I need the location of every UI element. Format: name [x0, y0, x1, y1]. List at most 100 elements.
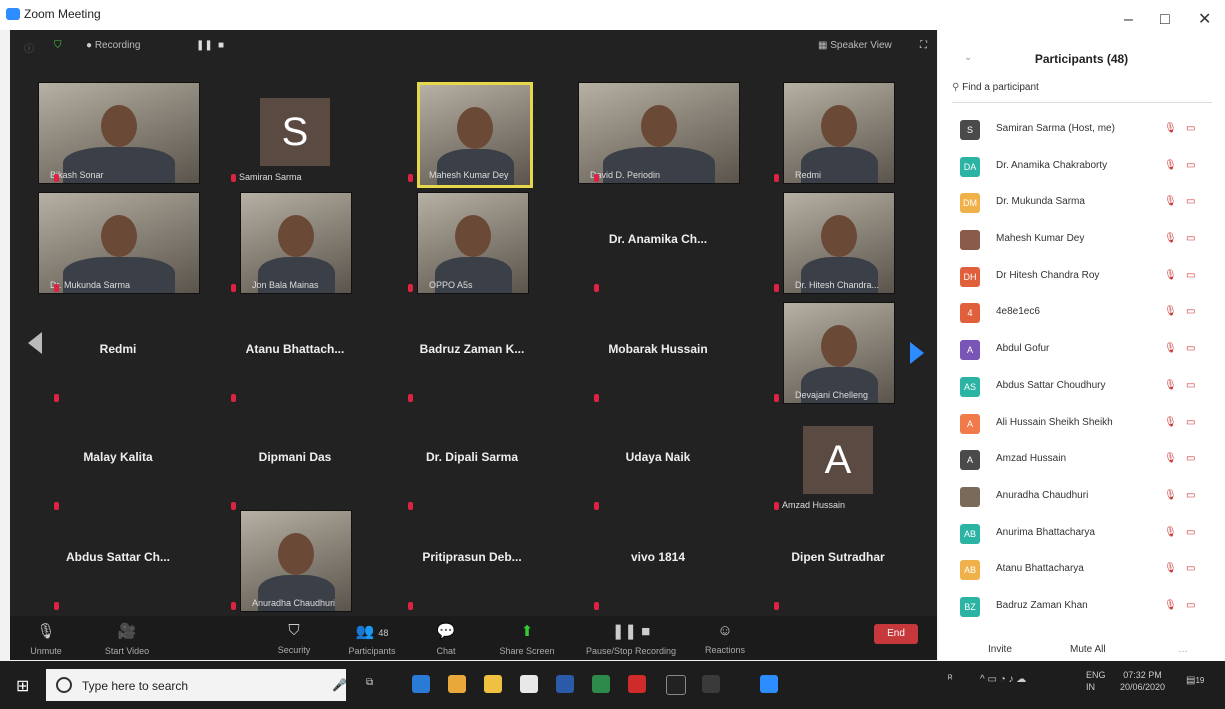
mic-muted-icon[interactable]: 🎙	[1164, 196, 1177, 207]
system-tray-icons[interactable]: ^ ▭ ◔ ♪ ☁	[980, 674, 1026, 685]
unmute-button[interactable]: 🎙 Unmute	[22, 618, 70, 656]
video-tile[interactable]: OPPO A5s	[382, 190, 562, 300]
mic-muted-icon[interactable]: 🎙	[1164, 380, 1177, 391]
video-tile[interactable]: Mobarak Hussain	[568, 300, 748, 410]
security-button[interactable]: ⛉ Security	[264, 618, 324, 655]
reactions-button[interactable]: ☺ Reactions	[700, 618, 750, 655]
video-tile[interactable]: vivo 1814	[568, 508, 748, 618]
start-video-button[interactable]: 🎥 Start Video	[92, 618, 162, 656]
taskbar-search-input[interactable]: Type here to search 🎤	[46, 669, 347, 701]
participant-row[interactable]: AB Anurima Bhattacharya 🎙 ▭	[938, 516, 1225, 553]
pause-recording-button[interactable]: ❚❚ ■ Pause/Stop Recording	[576, 618, 686, 656]
mic-muted-icon[interactable]: 🎙	[1164, 453, 1177, 464]
stop-recording-icon[interactable]: ■	[218, 40, 224, 51]
participant-row[interactable]: S Samiran Sarma (Host, me) 🎙 ▭	[938, 112, 1225, 149]
notifications-icon[interactable]: ▤19	[1186, 675, 1204, 686]
participants-button[interactable]: 👥 48 Participants	[342, 618, 402, 656]
paint-icon[interactable]	[702, 675, 720, 693]
participant-row[interactable]: A Abdul Gofur 🎙 ▭	[938, 332, 1225, 369]
video-tile[interactable]: Abdus Sattar Ch...	[28, 508, 208, 618]
video-tile[interactable]: Redmi	[28, 300, 208, 410]
participant-row[interactable]: AS Abdus Sattar Choudhury 🎙 ▭	[938, 369, 1225, 406]
mic-muted-icon[interactable]: 🎙	[1164, 490, 1177, 501]
video-tile[interactable]: Badruz Zaman K...	[382, 300, 562, 410]
video-tile[interactable]: Anuradha Chaudhuri	[205, 508, 385, 618]
mic-muted-icon[interactable]: 🎙	[1164, 270, 1177, 281]
participant-row[interactable]: AB Atanu Bhattacharya 🎙 ▭	[938, 552, 1225, 589]
video-tile[interactable]: Mahesh Kumar Dey	[382, 80, 562, 190]
mic-muted-icon[interactable]: 🎙	[1164, 233, 1177, 244]
participant-avatar: AB	[960, 560, 980, 581]
fullscreen-icon[interactable]: ⛶	[920, 40, 927, 51]
participant-row[interactable]: DH Dr Hitesh Chandra Roy 🎙 ▭	[938, 259, 1225, 296]
minimize-button[interactable]: –	[1124, 12, 1133, 28]
meeting-top-bar: ⓘ ⛉ ● Recording ❚❚ ■ ▦ Speaker View ⛶	[10, 30, 937, 62]
speaker-view-button[interactable]: ▦ Speaker View	[818, 40, 892, 51]
participant-search-input[interactable]: ⚲ Find a participant	[952, 82, 1212, 103]
file-explorer-icon[interactable]	[484, 675, 502, 693]
video-tile[interactable]: Dipmani Das	[205, 408, 385, 518]
participant-row[interactable]: Anuradha Chaudhuri 🎙 ▭	[938, 479, 1225, 516]
invite-button[interactable]: Invite	[988, 644, 1012, 655]
store-icon[interactable]	[448, 675, 466, 693]
avatar-letter: A	[803, 426, 873, 494]
participant-row[interactable]: DA Dr. Anamika Chakraborty 🎙 ▭	[938, 149, 1225, 186]
info-icon[interactable]: ⓘ	[24, 40, 34, 55]
windows-start-icon[interactable]: ⊞	[16, 676, 29, 696]
share-screen-button[interactable]: ⬆ Share Screen	[492, 618, 562, 656]
mic-muted-icon[interactable]: 🎙	[1164, 123, 1177, 134]
participant-row[interactable]: 4 4e8e1ec6 🎙 ▭	[938, 295, 1225, 332]
video-tile[interactable]: Devajani Chelleng	[748, 300, 928, 410]
chat-button[interactable]: 💬 Chat	[426, 618, 466, 656]
video-tile[interactable]: Atanu Bhattach...	[205, 300, 385, 410]
edge-icon[interactable]	[412, 675, 430, 693]
mic-muted-icon[interactable]: 🎙	[1164, 343, 1177, 354]
acrobat-icon[interactable]	[628, 675, 646, 693]
close-button[interactable]: ✕	[1198, 12, 1211, 28]
video-tile[interactable]: S Samiran Sarma	[205, 80, 385, 190]
more-options-icon[interactable]: …	[1178, 644, 1188, 655]
participant-row[interactable]: BZ Badruz Zaman Khan 🎙 ▭	[938, 589, 1225, 626]
language-indicator[interactable]: ENG IN	[1086, 669, 1106, 693]
mic-muted-icon[interactable]: 🎙	[1164, 417, 1177, 428]
title-bar: Zoom Meeting – □ ✕	[0, 0, 1225, 30]
tile-name-label: Devajani Chelleng	[795, 390, 869, 400]
video-tile[interactable]: Dipen Sutradhar	[748, 508, 928, 618]
video-tile[interactable]: Redmi	[748, 80, 928, 190]
participant-row[interactable]: Mahesh Kumar Dey 🎙 ▭	[938, 222, 1225, 259]
mic-muted-icon[interactable]: 🎙	[1164, 306, 1177, 317]
shield-icon[interactable]: ⛉	[54, 40, 62, 51]
people-icon[interactable]: ᴿ	[948, 674, 953, 685]
mute-all-button[interactable]: Mute All	[1070, 644, 1106, 655]
word-icon[interactable]	[556, 675, 574, 693]
participant-row[interactable]: DM Dr. Mukunda Sarma 🎙 ▭	[938, 185, 1225, 222]
end-meeting-button[interactable]: End	[874, 624, 918, 644]
video-tile[interactable]: A Amzad Hussain	[748, 408, 928, 518]
muted-mic-icon	[231, 284, 236, 292]
participant-row[interactable]: A Ali Hussain Sheikh Sheikh 🎙 ▭	[938, 406, 1225, 443]
mail-icon[interactable]	[520, 675, 538, 693]
mic-muted-icon[interactable]: 🎙	[1164, 527, 1177, 538]
zoom-taskbar-icon[interactable]	[760, 675, 778, 693]
video-tile[interactable]: Pritiprasun Deb...	[382, 508, 562, 618]
video-tile[interactable]: Jon Bala Mainas	[205, 190, 385, 300]
microphone-icon[interactable]: 🎤	[332, 678, 347, 692]
video-tile[interactable]: Dr. Anamika Ch...	[568, 190, 748, 300]
excel-icon[interactable]	[592, 675, 610, 693]
video-tile[interactable]: Udaya Naik	[568, 408, 748, 518]
video-tile[interactable]: Dr. Mukunda Sarma	[28, 190, 208, 300]
task-view-icon[interactable]: ⧉	[366, 677, 373, 688]
pause-recording-icon[interactable]: ❚❚	[196, 40, 213, 51]
mic-muted-icon[interactable]: 🎙	[1164, 600, 1177, 611]
photos-icon[interactable]	[666, 675, 686, 695]
clock[interactable]: 07:32 PM 20/06/2020	[1120, 669, 1165, 693]
maximize-button[interactable]: □	[1160, 12, 1170, 28]
mic-muted-icon[interactable]: 🎙	[1164, 160, 1177, 171]
mic-muted-icon[interactable]: 🎙	[1164, 563, 1177, 574]
video-tile[interactable]: David D. Periodin	[568, 80, 748, 190]
video-tile[interactable]: Dr. Dipali Sarma	[382, 408, 562, 518]
video-tile[interactable]: Malay Kalita	[28, 408, 208, 518]
video-tile[interactable]: Bikash Sonar	[28, 80, 208, 190]
video-tile[interactable]: Dr. Hitesh Chandra...	[748, 190, 928, 300]
participant-row[interactable]: A Amzad Hussain 🎙 ▭	[938, 442, 1225, 479]
